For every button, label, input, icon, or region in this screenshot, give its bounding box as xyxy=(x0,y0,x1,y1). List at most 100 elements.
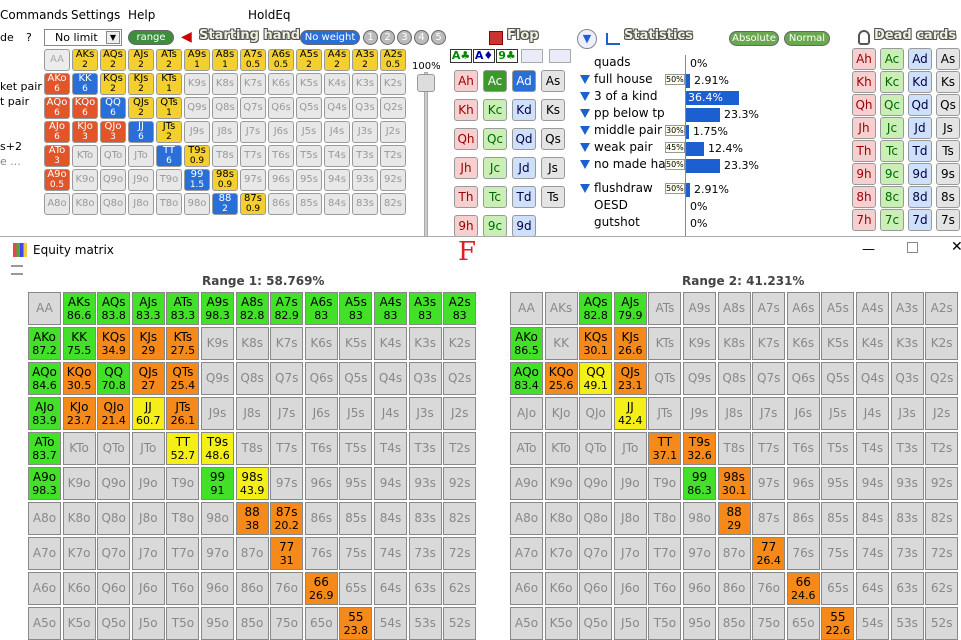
equity-cell[interactable]: KQs 34.9 xyxy=(97,327,131,360)
equity-cell[interactable]: Q2s xyxy=(925,362,959,395)
range-cell[interactable]: 93s xyxy=(352,169,378,191)
flop-card-button[interactable]: Jc xyxy=(483,157,507,179)
range-cell[interactable]: K9o xyxy=(72,169,98,191)
equity-cell[interactable]: Q6o xyxy=(97,572,131,605)
equity-cell[interactable]: KQs 30.1 xyxy=(579,327,613,360)
equity-cell[interactable]: 87o xyxy=(235,537,269,570)
equity-cell[interactable]: Q5o xyxy=(97,607,131,640)
equity-cell[interactable]: J9o xyxy=(613,467,647,500)
range-cell[interactable]: K8s xyxy=(212,73,238,95)
equity-cell[interactable]: J7o xyxy=(131,537,165,570)
equity-cell[interactable]: T4s xyxy=(856,432,889,465)
equity-cell[interactable]: 86s xyxy=(786,502,820,535)
equity-cell[interactable]: 93s xyxy=(890,467,924,500)
range-cell[interactable]: J9o xyxy=(128,169,154,191)
equity-cell[interactable]: J9o xyxy=(131,467,165,500)
equity-cell[interactable]: A7s 82.9 xyxy=(270,292,304,325)
equity-cell[interactable]: 72s xyxy=(443,537,477,570)
range-cell[interactable]: T5s xyxy=(296,145,322,167)
filter-icon[interactable] xyxy=(580,126,590,135)
equity-cell[interactable]: A5s xyxy=(821,292,855,325)
equity-cell[interactable]: 55 23.8 xyxy=(339,607,373,640)
dead-card-button[interactable]: Jc xyxy=(880,117,904,139)
filter-icon[interactable] xyxy=(580,184,590,193)
equity-cell[interactable]: 96s xyxy=(304,467,338,500)
range-cell[interactable]: AA xyxy=(44,49,70,71)
equity-cell[interactable]: J6o xyxy=(131,572,165,605)
dead-card-button[interactable]: 8d xyxy=(908,186,932,208)
range-cell[interactable]: K8o xyxy=(72,193,98,215)
dead-card-button[interactable]: 7h xyxy=(852,209,876,231)
equity-cell[interactable]: Q6s xyxy=(304,362,338,395)
range-cell[interactable]: QJo 3 xyxy=(100,121,126,143)
equity-cell[interactable]: Q6s xyxy=(786,362,820,395)
equity-cell[interactable]: KJo xyxy=(544,397,578,430)
equity-cell[interactable]: ATo xyxy=(510,432,543,465)
equity-cell[interactable]: AKs xyxy=(544,292,578,325)
equity-cell[interactable]: 76o xyxy=(270,572,304,605)
range-button[interactable]: range xyxy=(128,30,174,45)
equity-cell[interactable]: QTs xyxy=(648,362,682,395)
range-cell[interactable]: Q9o xyxy=(100,169,126,191)
equity-cell[interactable]: KQo 30.5 xyxy=(62,362,96,395)
range-cell[interactable]: T6s xyxy=(268,145,294,167)
equity-cell[interactable]: A7s xyxy=(752,292,786,325)
dead-card-button[interactable]: Qh xyxy=(852,94,876,116)
flop-card-button[interactable]: Js xyxy=(541,157,565,179)
equity-cell[interactable]: T3s xyxy=(408,432,442,465)
dead-card-button[interactable]: Jh xyxy=(852,117,876,139)
equity-cell[interactable]: J6o xyxy=(613,572,647,605)
flop-card-button[interactable]: Td xyxy=(512,186,536,208)
absolute-button[interactable]: Absolute xyxy=(729,31,779,46)
weight-slider[interactable] xyxy=(424,72,428,237)
range-cell[interactable]: KQo 6 xyxy=(72,97,98,119)
menu-settings[interactable]: Settings xyxy=(71,8,120,22)
range-cell[interactable]: AQo 6 xyxy=(44,97,70,119)
equity-cell[interactable]: 64s xyxy=(856,572,889,605)
flop-card-button[interactable]: Jd xyxy=(512,157,536,179)
range-cell[interactable]: K4s xyxy=(324,73,350,95)
range-cell[interactable]: Q2s xyxy=(380,97,406,119)
equity-cell[interactable]: 54s xyxy=(374,607,407,640)
equity-cell[interactable]: A3s 83 xyxy=(408,292,442,325)
equity-cell[interactable]: 97o xyxy=(683,537,716,570)
equity-cell[interactable]: A7o xyxy=(28,537,61,570)
equity-cell[interactable]: J8o xyxy=(131,502,165,535)
equity-cell[interactable]: QQ 70.8 xyxy=(97,362,131,395)
equity-cell[interactable]: JTs 26.1 xyxy=(166,397,200,430)
range-cell[interactable]: 83s xyxy=(352,193,378,215)
equity-cell[interactable]: 85s xyxy=(821,502,855,535)
range-cell[interactable]: 94s xyxy=(324,169,350,191)
equity-cell[interactable]: 87s xyxy=(752,502,786,535)
equity-cell[interactable]: AJs 79.9 xyxy=(613,292,647,325)
range-cell[interactable]: KK 6 xyxy=(72,73,98,95)
equity-cell[interactable]: A6s 83 xyxy=(304,292,338,325)
equity-cell[interactable]: 97o xyxy=(201,537,234,570)
flop-card-button[interactable]: Ks xyxy=(541,99,565,121)
equity-cell[interactable]: 82s xyxy=(443,502,477,535)
equity-cell[interactable]: K8s xyxy=(717,327,751,360)
equity-cell[interactable]: AQs 82.8 xyxy=(579,292,613,325)
equity-cell[interactable]: 86o xyxy=(235,572,269,605)
equity-cell[interactable]: 77 26.4 xyxy=(752,537,786,570)
dead-card-button[interactable]: Kc xyxy=(880,71,904,93)
dead-card-button[interactable]: Kh xyxy=(852,71,876,93)
equity-cell[interactable]: KK 75.5 xyxy=(62,327,96,360)
range-cell[interactable]: A5s 2 xyxy=(296,49,322,71)
range-cell[interactable]: A2s 0.5 xyxy=(380,49,406,71)
equity-cell[interactable]: Q3s xyxy=(890,362,924,395)
equity-cell[interactable]: A7o xyxy=(510,537,543,570)
equity-cell[interactable]: A8s xyxy=(717,292,751,325)
filter-icon[interactable] xyxy=(580,75,590,84)
dead-card-button[interactable]: Qs xyxy=(936,94,960,116)
equity-cell[interactable]: Q5o xyxy=(579,607,613,640)
equity-cell[interactable]: K9s xyxy=(201,327,234,360)
equity-cell[interactable]: T9o xyxy=(166,467,200,500)
equity-cell[interactable]: 88 29 xyxy=(717,502,751,535)
range-cell[interactable]: J8o xyxy=(128,193,154,215)
range-cell[interactable]: A9s 1 xyxy=(184,49,210,71)
equity-cell[interactable]: T6s xyxy=(786,432,820,465)
equity-cell[interactable]: 63s xyxy=(890,572,924,605)
equity-cell[interactable]: A9o xyxy=(510,467,543,500)
equity-cell[interactable]: K5o xyxy=(544,607,578,640)
